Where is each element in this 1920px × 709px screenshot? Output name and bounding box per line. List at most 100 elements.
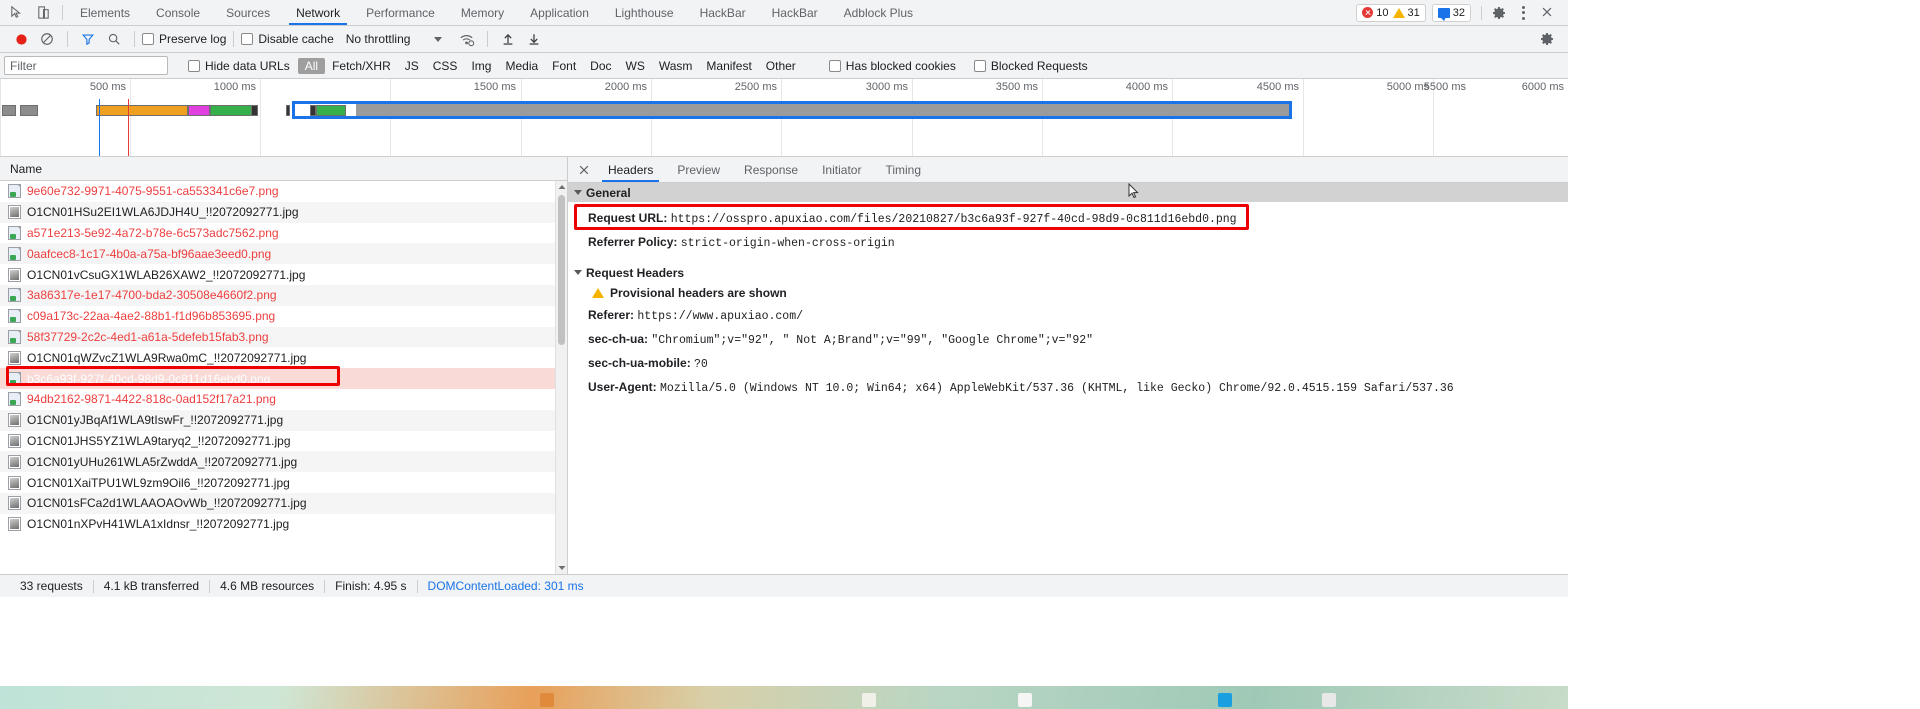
tab-hackbar-2[interactable]: HackBar <box>759 0 831 25</box>
tab-performance[interactable]: Performance <box>353 0 448 25</box>
filter-input[interactable] <box>4 56 168 75</box>
tab-application[interactable]: Application <box>517 0 602 25</box>
filter-type-fetch-xhr[interactable]: Fetch/XHR <box>325 58 398 74</box>
filter-type-wasm[interactable]: Wasm <box>652 58 700 74</box>
table-row[interactable]: O1CN01HSu2EI1WLA6JDJH4U_!!2072092771.jpg <box>0 201 567 223</box>
tab-hackbar-1[interactable]: HackBar <box>687 0 759 25</box>
table-row[interactable]: O1CN01yUHu261WLA5rZwddA_!!2072092771.jpg <box>0 451 567 473</box>
overview-tick-label: 2000 ms <box>604 81 647 93</box>
details-tabs: Headers Preview Response Initiator Timin… <box>568 157 1568 183</box>
table-row[interactable]: 9e60e732-9971-4075-9551-ca553341c6e7.png <box>0 181 567 202</box>
overview-tick-label: 1000 ms <box>213 81 256 93</box>
clear-button[interactable] <box>34 28 60 50</box>
table-row[interactable]: O1CN01yJBqAf1WLA9tIswFr_!!2072092771.jpg <box>0 409 567 431</box>
filter-type-other[interactable]: Other <box>759 58 803 74</box>
table-row[interactable]: O1CN01JHS5YZ1WLA9taryq2_!!2072092771.jpg <box>0 431 567 452</box>
preserve-log-checkbox[interactable]: Preserve log <box>142 32 226 46</box>
export-har-icon[interactable] <box>521 28 547 50</box>
record-button[interactable] <box>8 28 34 50</box>
taskbar-icon[interactable] <box>1322 693 1336 707</box>
filter-type-doc[interactable]: Doc <box>583 58 618 74</box>
taskbar-icon[interactable] <box>862 693 876 707</box>
table-row[interactable]: O1CN01nXPvH41WLA1xIdnsr_!!2072092771.jpg <box>0 514 567 535</box>
filter-type-font[interactable]: Font <box>545 58 583 74</box>
close-icon[interactable] <box>1540 5 1556 21</box>
console-issue-counters[interactable]: 10 31 <box>1356 3 1426 22</box>
gear-icon[interactable] <box>1491 5 1507 21</box>
table-row[interactable]: c09a173c-22aa-4ae2-88b1-f1d96b853695.png <box>0 306 567 327</box>
scroll-down-icon[interactable] <box>556 562 568 574</box>
scrollbar-thumb[interactable] <box>558 195 565 345</box>
tab-label: Network <box>296 5 341 20</box>
issues-counter-group[interactable]: 32 <box>1431 3 1471 22</box>
table-row[interactable]: 58f37729-2c2c-4ed1-a61a-5defeb15fab3.png <box>0 326 567 348</box>
inspect-element-icon[interactable] <box>8 4 25 21</box>
referer-row: Referer: https://www.apuxiao.com/ <box>568 304 1568 328</box>
filter-type-ws[interactable]: WS <box>619 58 652 74</box>
filter-type-manifest[interactable]: Manifest <box>699 58 758 74</box>
details-tab-headers[interactable]: Headers <box>596 157 665 182</box>
filter-type-js[interactable]: JS <box>398 58 426 74</box>
hide-data-urls-checkbox[interactable]: Hide data URLs <box>188 59 290 73</box>
filter-type-label: Img <box>471 58 492 73</box>
details-tab-initiator[interactable]: Initiator <box>810 157 873 182</box>
search-icon[interactable] <box>101 28 127 50</box>
kebab-menu-icon[interactable] <box>1516 5 1530 21</box>
disable-cache-checkbox[interactable]: Disable cache <box>241 32 334 46</box>
general-section-header[interactable]: General <box>568 183 1568 202</box>
table-row[interactable]: O1CN01sFCa2d1WLAAOAOvWb_!!2072092771.jpg <box>0 492 567 514</box>
table-row[interactable]: O1CN01XaiTPU1WL9zm9Oil6_!!2072092771.jpg <box>0 472 567 493</box>
sec-ch-ua-mobile-key: sec-ch-ua-mobile: <box>588 356 691 370</box>
filter-type-img[interactable]: Img <box>464 58 498 74</box>
resource-type-filters: All Fetch/XHR JS CSS Img Media Font Doc … <box>297 57 803 74</box>
filter-type-all[interactable]: All <box>297 57 326 74</box>
blocked-requests-checkbox[interactable]: Blocked Requests <box>973 59 1088 73</box>
scroll-up-icon[interactable] <box>556 181 568 193</box>
table-row[interactable]: O1CN01vCsuGX1WLAB26XAW2_!!2072092771.jpg <box>0 264 567 285</box>
filter-type-media[interactable]: Media <box>498 58 545 74</box>
throttling-dropdown[interactable]: No throttling <box>346 32 443 46</box>
has-blocked-cookies-checkbox[interactable]: Has blocked cookies <box>828 58 956 73</box>
error-counter[interactable]: 10 <box>1362 7 1389 19</box>
table-row[interactable]: a571e213-5e92-4a72-b78e-6c573adc7562.png <box>0 223 567 244</box>
details-tab-response[interactable]: Response <box>732 157 810 182</box>
image-file-icon <box>8 267 21 282</box>
taskbar-icon[interactable] <box>1018 693 1032 707</box>
close-details-icon[interactable] <box>572 157 596 182</box>
network-conditions-icon[interactable] <box>454 28 480 50</box>
tab-sources[interactable]: Sources <box>213 0 283 25</box>
disable-cache-label: Disable cache <box>258 32 334 46</box>
tab-console[interactable]: Console <box>143 0 213 25</box>
taskbar-icon[interactable] <box>540 693 554 707</box>
resources-size: 4.6 MB resources <box>220 579 315 593</box>
import-har-icon[interactable] <box>495 28 521 50</box>
details-tab-preview[interactable]: Preview <box>665 157 732 182</box>
dom-content-loaded-marker <box>99 99 100 156</box>
network-overview-timeline[interactable]: 500 ms 1000 ms 1500 ms 2000 ms 2500 ms 3… <box>0 79 1568 157</box>
table-row[interactable]: 94db2162-9871-4422-818c-0ad152f17a21.png <box>0 389 567 410</box>
table-row[interactable]: 3a86317e-1e17-4700-bda2-30508e4660f2.png <box>0 284 567 306</box>
request-headers-section-header[interactable]: Request Headers <box>568 263 1568 282</box>
table-row[interactable]: O1CN01qWZvcZ1WLA9Rwa0mC_!!2072092771.jpg <box>0 347 567 368</box>
tab-lighthouse[interactable]: Lighthouse <box>602 0 687 25</box>
table-row-selected[interactable]: b3c6a93f-927f-40cd-98d9-0c811d16ebd0.png <box>0 368 567 389</box>
network-settings-gear-icon[interactable] <box>1539 31 1555 47</box>
tab-adblock-plus[interactable]: Adblock Plus <box>831 0 926 25</box>
request-url-value[interactable]: https://osspro.apuxiao.com/files/2021082… <box>671 213 1237 226</box>
user-agent-row: User-Agent: Mozilla/5.0 (Windows NT 10.0… <box>568 376 1568 400</box>
filter-type-css[interactable]: CSS <box>426 58 465 74</box>
tab-network[interactable]: Network <box>283 0 353 25</box>
warning-counter[interactable]: 31 <box>1392 7 1420 19</box>
device-toolbar-icon[interactable] <box>35 4 52 21</box>
table-row[interactable]: 0aafcec8-1c17-4b0a-a75a-bf96aae3eed0.png <box>0 243 567 265</box>
details-tab-label: Headers <box>608 162 654 177</box>
requests-list-scrollbar[interactable] <box>555 181 567 574</box>
message-counter[interactable]: 32 <box>1437 7 1465 21</box>
tab-memory[interactable]: Memory <box>448 0 517 25</box>
requests-list[interactable]: 9e60e732-9971-4075-9551-ca553341c6e7.png… <box>0 181 567 574</box>
has-blocked-cookies-label: Has blocked cookies <box>845 58 956 73</box>
details-tab-timing[interactable]: Timing <box>873 157 933 182</box>
tab-elements[interactable]: Elements <box>67 0 143 25</box>
filter-icon[interactable] <box>75 28 101 50</box>
taskbar-icon[interactable] <box>1218 693 1232 707</box>
